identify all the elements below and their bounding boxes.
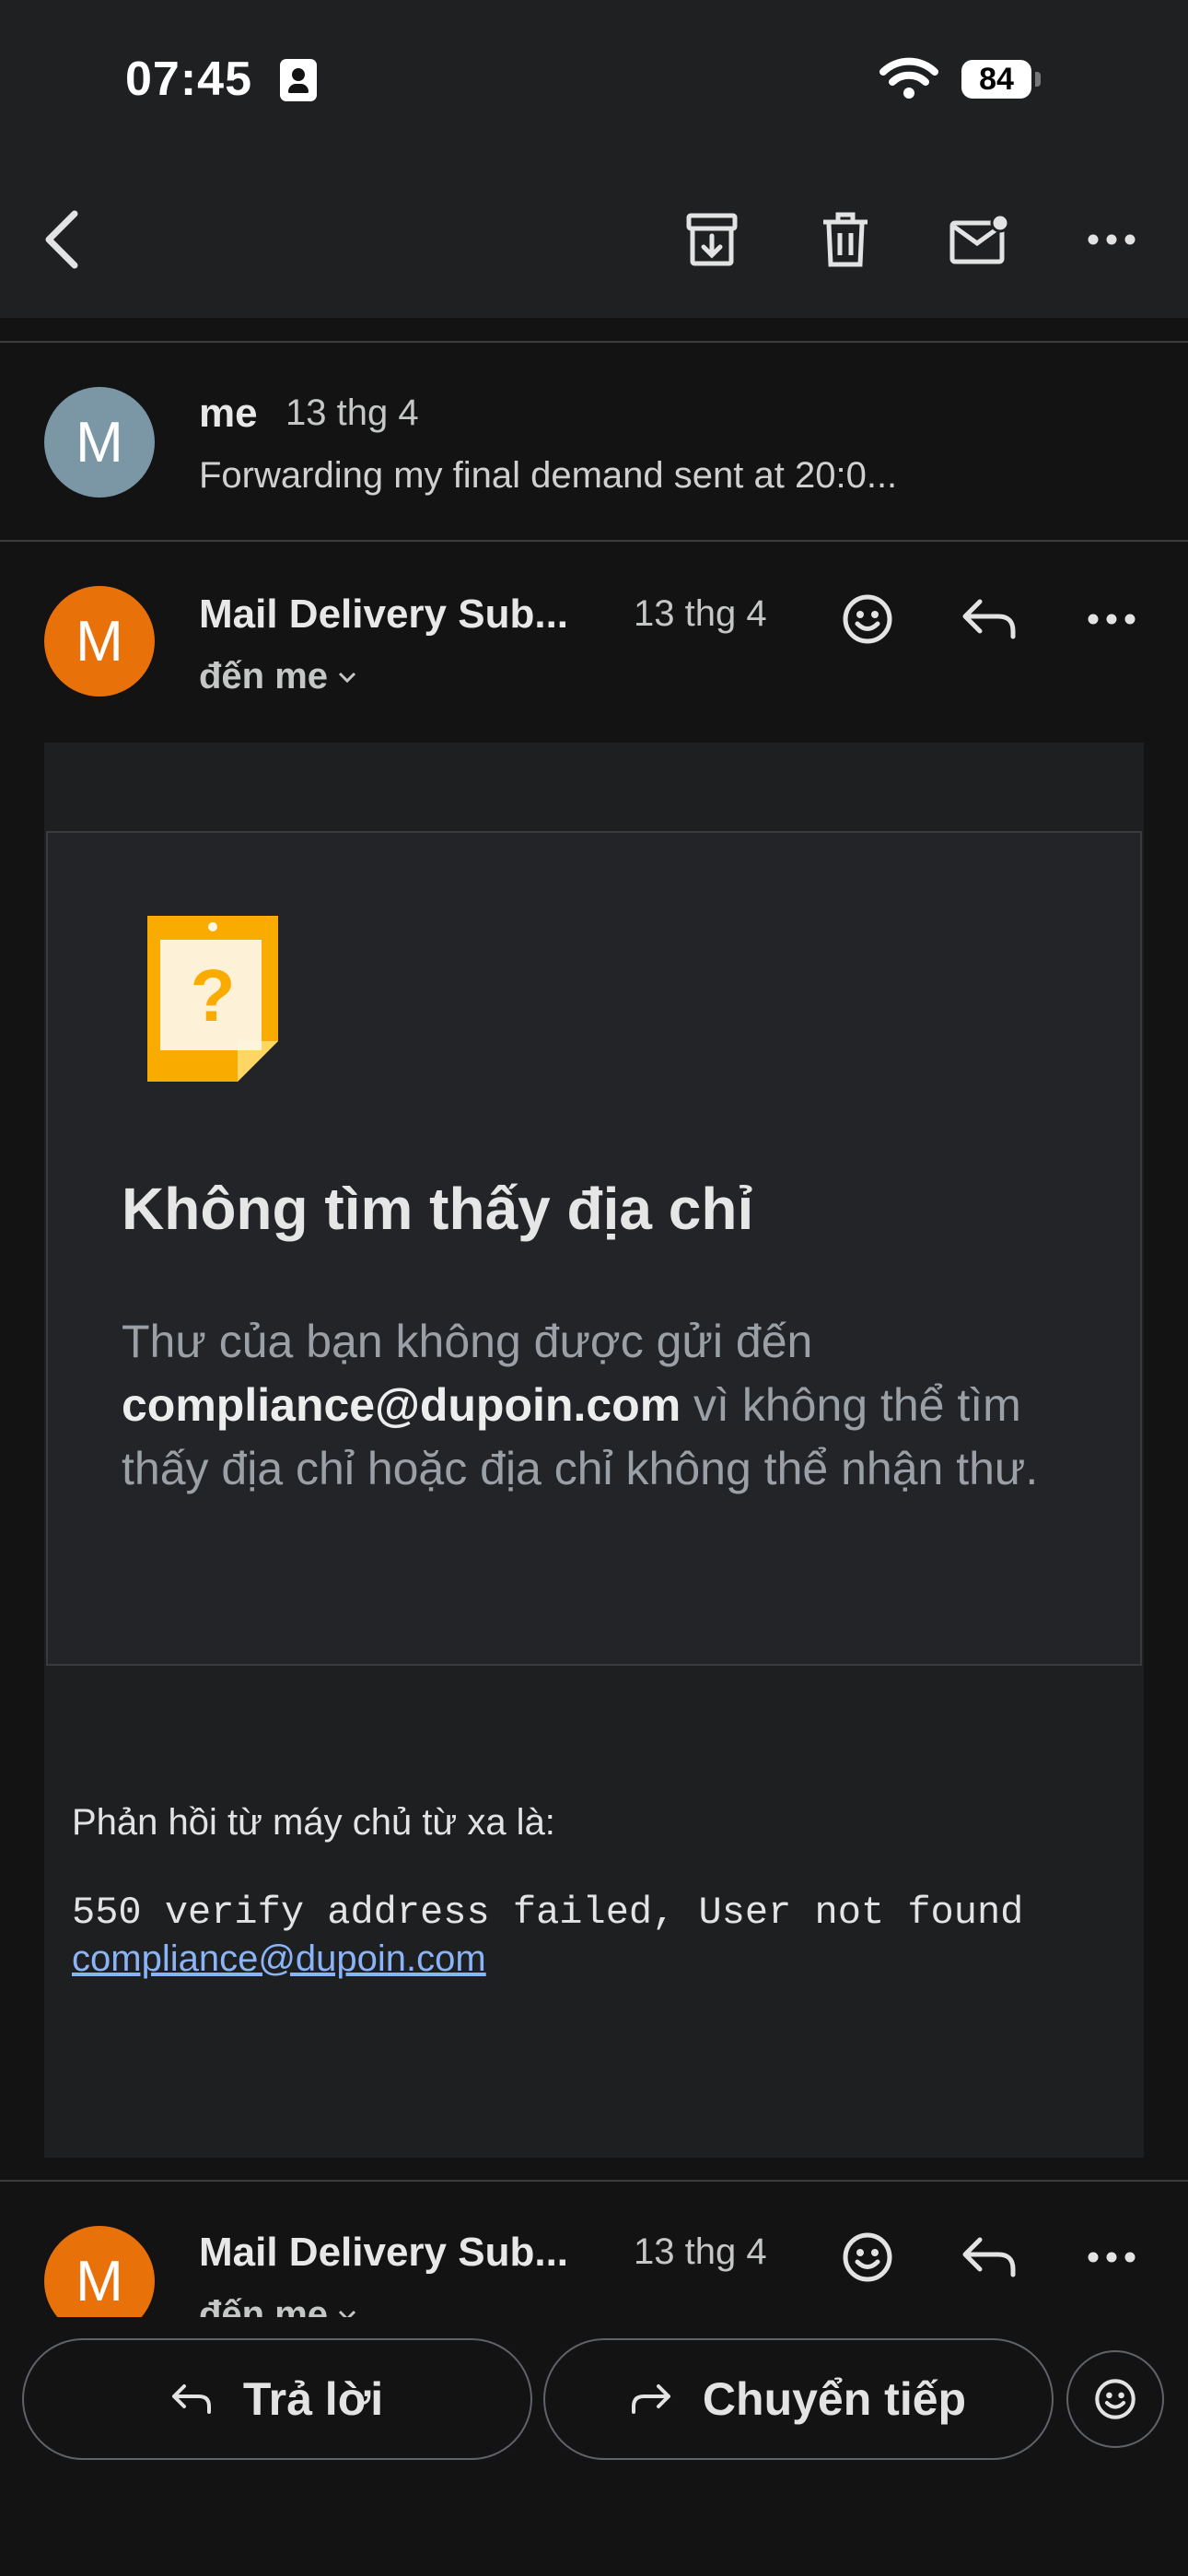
- status-time: 07:45: [125, 53, 252, 106]
- bounce-text-before: Thư của bạn không được gửi đến: [122, 1316, 813, 1367]
- bounce-title: Không tìm thấy địa chỉ: [122, 1176, 754, 1242]
- sender-name: Mail Delivery Sub...: [199, 591, 569, 637]
- battery-indicator: 84: [961, 60, 1031, 99]
- sender-name: me: [199, 391, 258, 436]
- sender-name: Mail Delivery Sub...: [199, 2230, 569, 2275]
- more-icon[interactable]: [1070, 198, 1153, 281]
- remote-server-response: 550 verify address failed, User not foun…: [72, 1891, 1024, 1935]
- forward-icon: [631, 2384, 670, 2414]
- mark-unread-icon[interactable]: [938, 198, 1020, 281]
- recipient-toggle[interactable]: đến me: [199, 656, 357, 697]
- missing-address-icon: ?: [147, 916, 278, 1082]
- archive-icon[interactable]: [670, 198, 753, 281]
- reply-button[interactable]: Trả lời: [22, 2338, 532, 2460]
- email-link[interactable]: compliance@dupoin.com: [72, 1938, 486, 1980]
- reply-icon: [171, 2384, 211, 2414]
- chevron-down-icon: [338, 672, 356, 683]
- emoji-icon: [1095, 2379, 1136, 2419]
- recipient-label: đến me: [199, 656, 329, 697]
- divider: [0, 540, 1188, 542]
- battery-nub: [1035, 72, 1041, 87]
- message-date: 13 thg 4: [285, 392, 419, 433]
- forward-button[interactable]: Chuyển tiếp: [543, 2338, 1054, 2460]
- emoji-reaction-icon[interactable]: [826, 2216, 909, 2299]
- reply-label: Trả lời: [242, 2373, 384, 2425]
- message-more-icon[interactable]: [1070, 578, 1153, 661]
- message-date: 13 thg 4: [634, 2231, 767, 2272]
- emoji-reaction-button[interactable]: [1066, 2350, 1164, 2448]
- divider: [0, 2180, 1188, 2182]
- svg-text:?: ?: [191, 954, 236, 1036]
- back-arrow-icon[interactable]: [20, 198, 103, 281]
- wifi-icon: [879, 57, 938, 99]
- avatar: M: [44, 387, 155, 498]
- remote-server-label: Phản hồi từ máy chủ từ xa là:: [72, 1802, 555, 1843]
- message-collapsed[interactable]: [0, 343, 1188, 540]
- message-date: 13 thg 4: [634, 593, 767, 634]
- bounce-message: Thư của bạn không được gửi đến complianc…: [122, 1310, 1042, 1501]
- trash-icon[interactable]: [804, 198, 887, 281]
- emoji-reaction-icon[interactable]: [826, 578, 909, 661]
- reply-icon[interactable]: [948, 2216, 1031, 2299]
- avatar: M: [44, 586, 155, 697]
- reply-icon[interactable]: [948, 578, 1031, 661]
- forward-label: Chuyển tiếp: [702, 2373, 967, 2425]
- id-card-icon: [280, 59, 317, 101]
- message-more-icon[interactable]: [1070, 2216, 1153, 2299]
- message-snippet: Forwarding my final demand sent at 20:0.…: [199, 455, 898, 496]
- bounce-email: compliance@dupoin.com: [122, 1379, 681, 1431]
